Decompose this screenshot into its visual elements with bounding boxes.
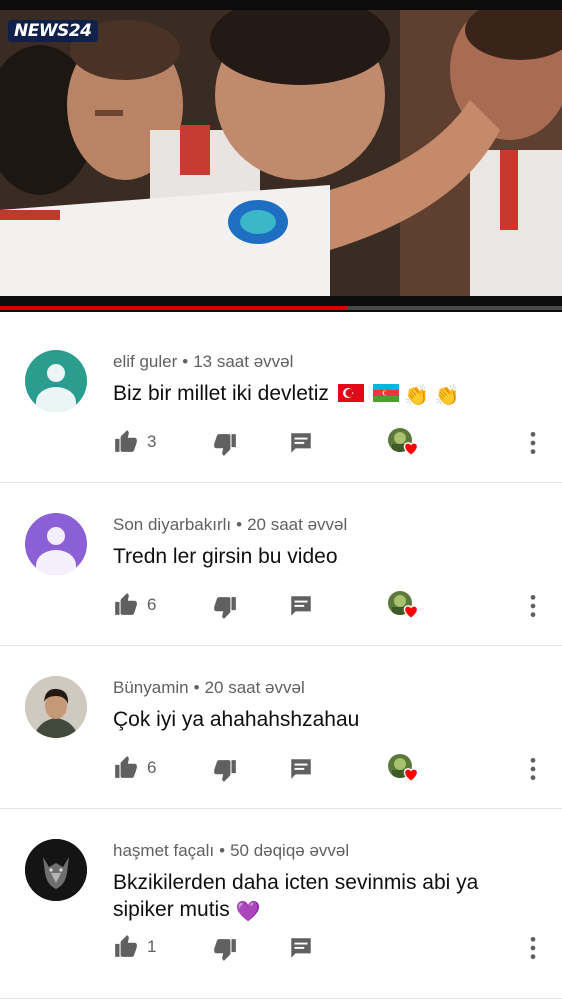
more-vert-icon[interactable] xyxy=(525,593,541,619)
comment-meta: haşmet façalı • 50 dəqiqə əvvəl xyxy=(113,841,350,860)
thumbs-down-icon[interactable] xyxy=(212,758,238,784)
azerbaijan-flag-icon xyxy=(372,384,399,402)
heart-icon xyxy=(403,605,419,619)
thumbs-down-icon[interactable] xyxy=(212,595,238,621)
wolf-avatar-icon xyxy=(25,839,87,901)
avatar[interactable] xyxy=(25,350,87,412)
thumbs-up-icon[interactable] xyxy=(113,933,139,959)
thumbs-down-icon[interactable] xyxy=(212,937,238,963)
like-count: 1 xyxy=(147,937,157,956)
comment-item: Son diyarbakırlı • 20 saat əvvəl Tredn ler… xyxy=(0,483,562,646)
reply-icon[interactable] xyxy=(288,430,314,456)
reply-icon[interactable] xyxy=(288,593,314,619)
thumbs-down-icon[interactable] xyxy=(212,432,238,458)
comment-meta: Bünyamin • 20 saat əvvəl xyxy=(113,678,305,697)
more-vert-icon[interactable] xyxy=(525,935,541,961)
video-progress-fill xyxy=(0,306,349,310)
thumbs-up-icon[interactable] xyxy=(113,754,139,780)
purple-heart-emoji: 💜 xyxy=(235,901,261,923)
comment-text: Çok iyi ya ahahahshzahau xyxy=(113,708,360,731)
like-count: 6 xyxy=(147,758,157,777)
avatar[interactable] xyxy=(25,676,87,738)
creator-heart xyxy=(388,754,422,784)
clap-emoji: 👏 👏 xyxy=(404,385,460,407)
comment-author[interactable]: Bünyamin xyxy=(113,678,189,697)
thumbs-up-icon[interactable] xyxy=(113,428,139,454)
comment-author[interactable]: Son diyarbakırlı xyxy=(113,515,231,534)
comment-text: Tredn ler girsin bu video xyxy=(113,545,338,568)
comment-author[interactable]: haşmet façalı xyxy=(113,841,214,860)
like-count: 6 xyxy=(147,595,157,614)
comment-text: Bkzikilerden daha icten sevinmis abi ya … xyxy=(113,869,533,926)
comment-text: Biz bir millet iki devletiz 👏 👏 xyxy=(113,380,533,410)
comments-list: elif guler • 13 saat əvvəl Biz bir millet … xyxy=(0,320,562,999)
video-frame: NEWS24 xyxy=(0,10,562,296)
video-player[interactable]: NEWS24 xyxy=(0,0,562,312)
reply-icon[interactable] xyxy=(288,756,314,782)
creator-heart xyxy=(388,591,422,621)
heart-icon xyxy=(403,768,419,782)
thumbs-up-icon[interactable] xyxy=(113,591,139,617)
avatar[interactable] xyxy=(25,839,87,901)
comment-time: 13 saat əvvəl xyxy=(193,352,294,371)
comment-time: 20 saat əvvəl xyxy=(247,515,348,534)
creator-heart xyxy=(388,428,422,458)
video-progress-bar[interactable] xyxy=(0,306,562,310)
more-vert-icon[interactable] xyxy=(525,756,541,782)
comment-meta: elif guler • 13 saat əvvəl xyxy=(113,352,294,371)
user-photo-icon xyxy=(25,676,87,738)
video-scene xyxy=(0,10,562,296)
comment-time: 50 dəqiqə əvvəl xyxy=(230,841,350,860)
avatar[interactable] xyxy=(25,513,87,575)
comment-item: elif guler • 13 saat əvvəl Biz bir millet … xyxy=(0,320,562,483)
comment-actions: 3 xyxy=(113,428,553,458)
more-vert-icon[interactable] xyxy=(525,430,541,456)
news24-logo: NEWS24 xyxy=(8,20,98,42)
comment-time: 20 saat əvvəl xyxy=(204,678,305,697)
comment-text-body: Biz bir millet iki devletiz xyxy=(113,382,329,405)
turkey-flag-icon xyxy=(337,384,364,402)
comment-text-line2: sipiker mutis xyxy=(113,898,230,921)
heart-icon xyxy=(403,442,419,456)
comment-item: Bünyamin • 20 saat əvvəl Çok iyi ya ahahah… xyxy=(0,646,562,809)
reply-icon[interactable] xyxy=(288,935,314,961)
comment-author[interactable]: elif guler xyxy=(113,352,177,371)
like-count: 3 xyxy=(147,432,157,451)
comment-item: haşmet façalı • 50 dəqiqə əvvəl Bkzikilerd… xyxy=(0,809,562,999)
comment-meta: Son diyarbakırlı • 20 saat əvvəl xyxy=(113,515,348,534)
comment-actions: 6 xyxy=(113,754,553,784)
comment-actions: 6 xyxy=(113,591,553,621)
comment-actions: 1 xyxy=(113,933,553,963)
comment-text-line1: Bkzikilerden daha icten sevinmis abi ya xyxy=(113,871,479,894)
